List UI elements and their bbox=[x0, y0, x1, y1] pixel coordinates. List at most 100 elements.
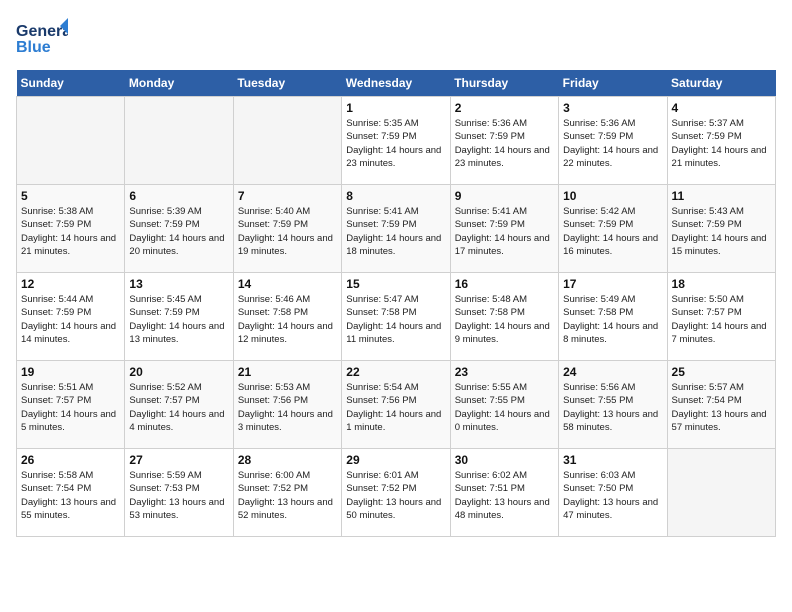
calendar-cell: 25Sunrise: 5:57 AM Sunset: 7:54 PM Dayli… bbox=[667, 361, 775, 449]
calendar-cell: 22Sunrise: 5:54 AM Sunset: 7:56 PM Dayli… bbox=[342, 361, 450, 449]
day-info: Sunrise: 5:35 AM Sunset: 7:59 PM Dayligh… bbox=[346, 117, 445, 170]
day-number: 19 bbox=[21, 365, 120, 379]
calendar-cell: 5Sunrise: 5:38 AM Sunset: 7:59 PM Daylig… bbox=[17, 185, 125, 273]
calendar-header-row: SundayMondayTuesdayWednesdayThursdayFrid… bbox=[17, 70, 776, 97]
day-info: Sunrise: 5:55 AM Sunset: 7:55 PM Dayligh… bbox=[455, 381, 554, 434]
day-info: Sunrise: 5:37 AM Sunset: 7:59 PM Dayligh… bbox=[672, 117, 771, 170]
calendar-cell: 18 Sunrise: 5:50 AM Sunset: 7:57 PM Dayli… bbox=[667, 273, 775, 361]
calendar-cell: 23 Sunrise: 5:55 AM Sunset: 7:55 PM Dayli… bbox=[450, 361, 558, 449]
day-info: Sunrise: 5:56 AM Sunset: 7:55 PM Dayligh… bbox=[563, 381, 662, 434]
day-number: 27 bbox=[129, 453, 228, 467]
day-info: Sunrise: 6:01 AM Sunset: 7:52 PM Dayligh… bbox=[346, 469, 445, 522]
calendar-cell: 28 Sunrise: 6:00 AM Sunset: 7:52 PM Dayli… bbox=[233, 449, 341, 537]
day-info: Sunrise: 5:59 AM Sunset: 7:53 PM Dayligh… bbox=[129, 469, 228, 522]
day-info: Sunrise: 5:48 AM Sunset: 7:58 PM Dayligh… bbox=[455, 293, 554, 346]
day-number: 7 bbox=[238, 189, 337, 203]
calendar-week-row: 5Sunrise: 5:38 AM Sunset: 7:59 PM Daylig… bbox=[17, 185, 776, 273]
day-number: 21 bbox=[238, 365, 337, 379]
calendar-cell: 17 Sunrise: 5:49 AM Sunset: 7:58 PM Dayli… bbox=[559, 273, 667, 361]
calendar-cell: 30 Sunrise: 6:02 AM Sunset: 7:51 PM Dayli… bbox=[450, 449, 558, 537]
day-info: Sunrise: 5:53 AM Sunset: 7:56 PM Dayligh… bbox=[238, 381, 337, 434]
day-info: Sunrise: 5:36 AM Sunset: 7:59 PM Dayligh… bbox=[563, 117, 662, 170]
day-info: Sunrise: 5:46 AM Sunset: 7:58 PM Dayligh… bbox=[238, 293, 337, 346]
day-of-week-header: Friday bbox=[559, 70, 667, 97]
calendar-cell: 14Sunrise: 5:46 AM Sunset: 7:58 PM Dayli… bbox=[233, 273, 341, 361]
day-number: 9 bbox=[455, 189, 554, 203]
day-info: Sunrise: 6:02 AM Sunset: 7:51 PM Dayligh… bbox=[455, 469, 554, 522]
logo: General Blue bbox=[16, 16, 68, 60]
day-info: Sunrise: 5:52 AM Sunset: 7:57 PM Dayligh… bbox=[129, 381, 228, 434]
day-number: 16 bbox=[455, 277, 554, 291]
calendar-cell: 2 Sunrise: 5:36 AM Sunset: 7:59 PM Daylig… bbox=[450, 97, 558, 185]
day-info: Sunrise: 5:47 AM Sunset: 7:58 PM Dayligh… bbox=[346, 293, 445, 346]
day-number: 2 bbox=[455, 101, 554, 115]
day-number: 15 bbox=[346, 277, 445, 291]
calendar-week-row: 19Sunrise: 5:51 AM Sunset: 7:57 PM Dayli… bbox=[17, 361, 776, 449]
calendar-cell: 24 Sunrise: 5:56 AM Sunset: 7:55 PM Dayli… bbox=[559, 361, 667, 449]
day-info: Sunrise: 5:44 AM Sunset: 7:59 PM Dayligh… bbox=[21, 293, 120, 346]
svg-text:General: General bbox=[16, 23, 68, 40]
day-of-week-header: Wednesday bbox=[342, 70, 450, 97]
calendar-cell: 19Sunrise: 5:51 AM Sunset: 7:57 PM Dayli… bbox=[17, 361, 125, 449]
day-info: Sunrise: 6:00 AM Sunset: 7:52 PM Dayligh… bbox=[238, 469, 337, 522]
day-number: 17 bbox=[563, 277, 662, 291]
day-number: 3 bbox=[563, 101, 662, 115]
day-of-week-header: Monday bbox=[125, 70, 233, 97]
calendar-cell: 16 Sunrise: 5:48 AM Sunset: 7:58 PM Dayli… bbox=[450, 273, 558, 361]
calendar-cell: 1 Sunrise: 5:35 AM Sunset: 7:59 PM Daylig… bbox=[342, 97, 450, 185]
calendar-cell: 12 Sunrise: 5:44 AM Sunset: 7:59 PM Dayli… bbox=[17, 273, 125, 361]
day-number: 10 bbox=[563, 189, 662, 203]
day-number: 28 bbox=[238, 453, 337, 467]
calendar-cell: 10 Sunrise: 5:42 AM Sunset: 7:59 PM Dayli… bbox=[559, 185, 667, 273]
day-number: 4 bbox=[672, 101, 771, 115]
day-number: 25 bbox=[672, 365, 771, 379]
svg-text:Blue: Blue bbox=[16, 39, 51, 56]
day-info: Sunrise: 5:41 AM Sunset: 7:59 PM Dayligh… bbox=[346, 205, 445, 258]
calendar-cell bbox=[667, 449, 775, 537]
calendar-cell bbox=[233, 97, 341, 185]
calendar-cell: 15 Sunrise: 5:47 AM Sunset: 7:58 PM Dayli… bbox=[342, 273, 450, 361]
calendar-cell: 29 Sunrise: 6:01 AM Sunset: 7:52 PM Dayli… bbox=[342, 449, 450, 537]
day-info: Sunrise: 5:49 AM Sunset: 7:58 PM Dayligh… bbox=[563, 293, 662, 346]
day-info: Sunrise: 5:41 AM Sunset: 7:59 PM Dayligh… bbox=[455, 205, 554, 258]
day-number: 29 bbox=[346, 453, 445, 467]
day-number: 26 bbox=[21, 453, 120, 467]
day-info: Sunrise: 5:50 AM Sunset: 7:57 PM Dayligh… bbox=[672, 293, 771, 346]
calendar-cell: 3 Sunrise: 5:36 AM Sunset: 7:59 PM Daylig… bbox=[559, 97, 667, 185]
day-number: 12 bbox=[21, 277, 120, 291]
calendar-week-row: 1 Sunrise: 5:35 AM Sunset: 7:59 PM Daylig… bbox=[17, 97, 776, 185]
day-number: 1 bbox=[346, 101, 445, 115]
day-number: 23 bbox=[455, 365, 554, 379]
calendar-cell: 4 Sunrise: 5:37 AM Sunset: 7:59 PM Daylig… bbox=[667, 97, 775, 185]
day-info: Sunrise: 5:45 AM Sunset: 7:59 PM Dayligh… bbox=[129, 293, 228, 346]
day-info: Sunrise: 5:42 AM Sunset: 7:59 PM Dayligh… bbox=[563, 205, 662, 258]
calendar-cell: 27 Sunrise: 5:59 AM Sunset: 7:53 PM Dayli… bbox=[125, 449, 233, 537]
day-number: 13 bbox=[129, 277, 228, 291]
day-of-week-header: Sunday bbox=[17, 70, 125, 97]
calendar-cell: 11Sunrise: 5:43 AM Sunset: 7:59 PM Dayli… bbox=[667, 185, 775, 273]
calendar-cell bbox=[125, 97, 233, 185]
calendar-cell: 20 Sunrise: 5:52 AM Sunset: 7:57 PM Dayli… bbox=[125, 361, 233, 449]
day-number: 8 bbox=[346, 189, 445, 203]
calendar-week-row: 12 Sunrise: 5:44 AM Sunset: 7:59 PM Dayli… bbox=[17, 273, 776, 361]
calendar-cell: 9 Sunrise: 5:41 AM Sunset: 7:59 PM Daylig… bbox=[450, 185, 558, 273]
calendar-cell: 6 Sunrise: 5:39 AM Sunset: 7:59 PM Daylig… bbox=[125, 185, 233, 273]
calendar-cell: 7 Sunrise: 5:40 AM Sunset: 7:59 PM Daylig… bbox=[233, 185, 341, 273]
day-number: 30 bbox=[455, 453, 554, 467]
calendar-cell: 21 Sunrise: 5:53 AM Sunset: 7:56 PM Dayli… bbox=[233, 361, 341, 449]
day-number: 20 bbox=[129, 365, 228, 379]
day-number: 5 bbox=[21, 189, 120, 203]
calendar-cell: 13 Sunrise: 5:45 AM Sunset: 7:59 PM Dayli… bbox=[125, 273, 233, 361]
day-info: Sunrise: 5:43 AM Sunset: 7:59 PM Dayligh… bbox=[672, 205, 771, 258]
day-number: 18 bbox=[672, 277, 771, 291]
day-of-week-header: Thursday bbox=[450, 70, 558, 97]
day-number: 6 bbox=[129, 189, 228, 203]
day-info: Sunrise: 5:54 AM Sunset: 7:56 PM Dayligh… bbox=[346, 381, 445, 434]
day-number: 24 bbox=[563, 365, 662, 379]
calendar-table: SundayMondayTuesdayWednesdayThursdayFrid… bbox=[16, 70, 776, 537]
day-info: Sunrise: 5:36 AM Sunset: 7:59 PM Dayligh… bbox=[455, 117, 554, 170]
day-info: Sunrise: 5:40 AM Sunset: 7:59 PM Dayligh… bbox=[238, 205, 337, 258]
day-number: 31 bbox=[563, 453, 662, 467]
day-info: Sunrise: 6:03 AM Sunset: 7:50 PM Dayligh… bbox=[563, 469, 662, 522]
day-info: Sunrise: 5:39 AM Sunset: 7:59 PM Dayligh… bbox=[129, 205, 228, 258]
